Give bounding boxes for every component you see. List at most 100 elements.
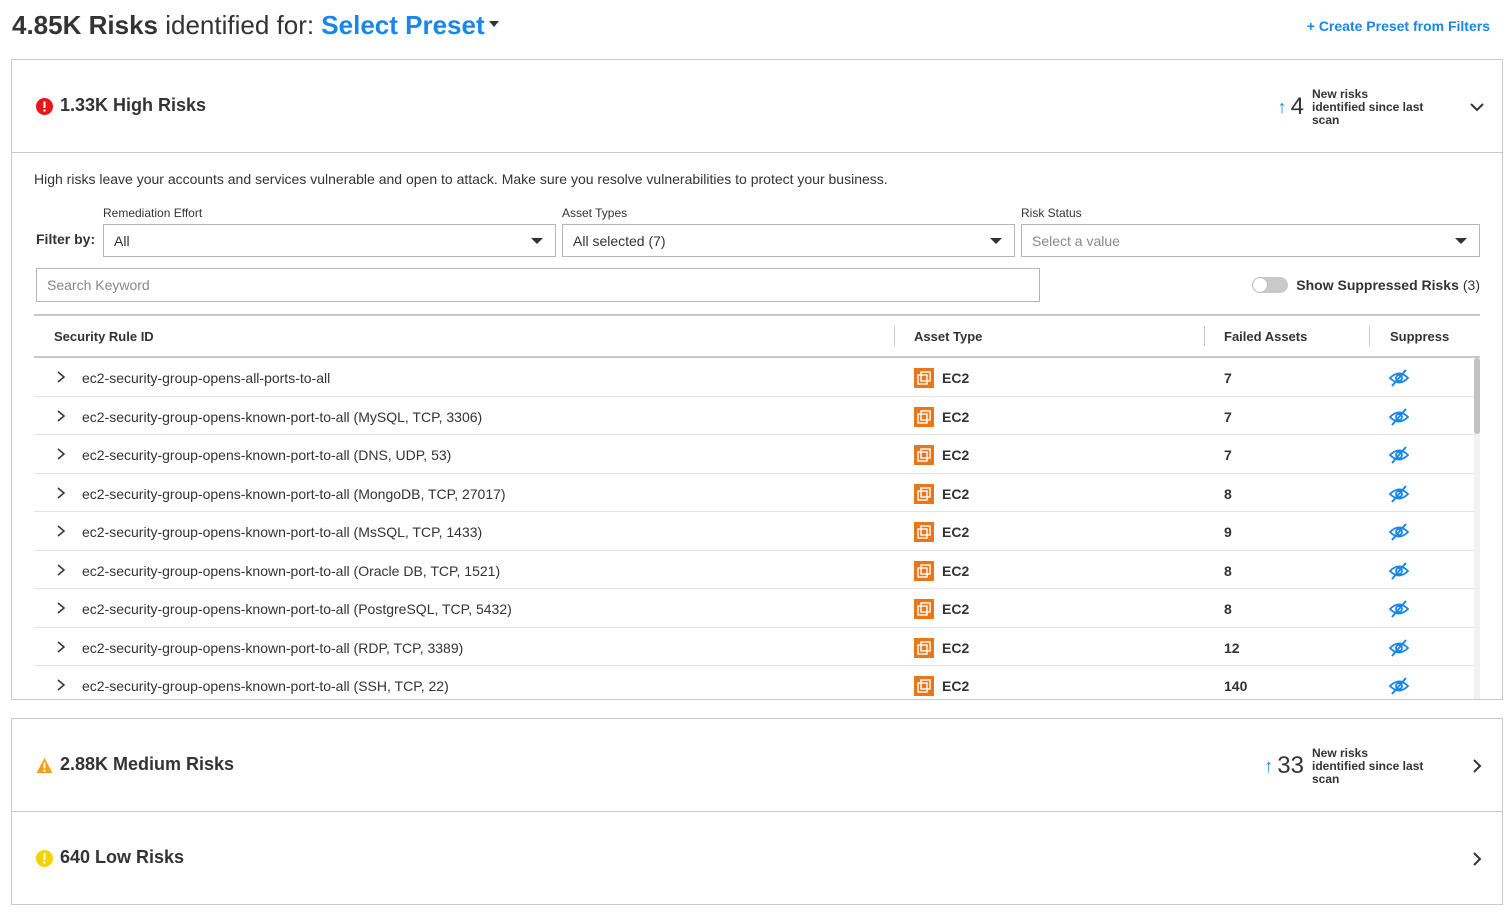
high-risks-body: High risks leave your accounts and servi… [12, 153, 1502, 699]
failed-assets-value: 140 [1224, 678, 1248, 694]
toggle-knob [1253, 278, 1268, 292]
ec2-icon [914, 637, 934, 658]
asset-types-select[interactable]: All selected (7) [562, 224, 1015, 257]
filter-by-label: Filter by: [36, 231, 96, 247]
chevron-right-icon[interactable] [56, 640, 66, 654]
column-failed-assets[interactable]: Failed Assets [1224, 329, 1307, 344]
asset-type-value: EC2 [942, 485, 970, 502]
risk-status-select[interactable]: Select a value [1021, 224, 1480, 257]
dropdown-arrow-icon [990, 238, 1002, 244]
failed-assets-value: 8 [1224, 485, 1232, 502]
failed-assets-value: 7 [1224, 408, 1232, 425]
high-risks-title: 1.33K High Risks [60, 95, 207, 115]
failed-assets-value: 7 [1224, 370, 1232, 386]
table-row[interactable]: ec2-security-group-opens-known-port-to-a… [34, 512, 1474, 551]
ec2-icon [914, 560, 934, 581]
asset-types-value: All selected (7) [573, 233, 666, 249]
table-row[interactable]: ec2-security-group-opens-known-port-to-a… [34, 551, 1474, 589]
column-divider[interactable] [894, 326, 895, 346]
chevron-right-icon[interactable] [56, 563, 66, 577]
table-row[interactable]: ec2-security-group-opens-known-port-to-a… [34, 474, 1474, 512]
scrollbar-thumb[interactable] [1474, 358, 1480, 434]
remediation-effort-value: All [114, 233, 130, 249]
table-row[interactable]: ec2-security-group-opens-known-port-to-a… [34, 628, 1474, 666]
column-divider[interactable] [1369, 326, 1370, 346]
failed-assets-value: 8 [1224, 601, 1232, 617]
eye-slash-icon[interactable] [1388, 407, 1410, 427]
table-scrollbar[interactable] [1474, 358, 1480, 699]
ec2-icon [914, 368, 934, 388]
total-risks-count: 4.85K Risks [12, 10, 158, 40]
security-rule-id: ec2-security-group-opens-known-port-to-a… [82, 408, 483, 425]
table-row[interactable]: ec2-security-group-opens-known-port-to-a… [34, 589, 1474, 628]
error-circle-icon [36, 98, 53, 115]
search-keyword-input[interactable] [36, 268, 1040, 302]
medium-risks-header[interactable]: 2.88K Medium Risks ↑ 33 New risks identi… [12, 719, 1502, 812]
medium-risks-panel[interactable]: 2.88K Medium Risks ↑ 33 New risks identi… [11, 718, 1503, 811]
low-risks-header[interactable]: 640 Low Risks [12, 812, 1502, 905]
table-row[interactable]: ec2-security-group-opens-known-port-to-a… [34, 435, 1474, 474]
arrow-up-icon: ↑ [1264, 755, 1274, 776]
asset-type-value: EC2 [942, 447, 970, 463]
table-row[interactable]: ec2-security-group-opens-known-port-to-a… [34, 397, 1474, 435]
chevron-right-icon[interactable] [56, 678, 66, 692]
eye-slash-icon[interactable] [1388, 599, 1410, 619]
info-circle-yellow-icon [36, 850, 53, 867]
eye-slash-icon[interactable] [1388, 484, 1410, 504]
column-security-rule-id[interactable]: Security Rule ID [54, 329, 154, 344]
eye-slash-icon[interactable] [1388, 638, 1410, 658]
security-rule-id: ec2-security-group-opens-known-port-to-a… [82, 601, 512, 617]
table-row[interactable]: ec2-security-group-opens-all-ports-to-al… [34, 358, 1474, 397]
eye-slash-icon[interactable] [1388, 522, 1410, 542]
ec2-icon [914, 406, 934, 427]
security-rule-id: ec2-security-group-opens-known-port-to-a… [82, 639, 464, 656]
security-rule-id: ec2-security-group-opens-known-port-to-a… [82, 485, 506, 502]
remediation-effort-select[interactable]: All [103, 224, 556, 257]
ec2-icon [914, 522, 934, 542]
select-preset-dropdown[interactable]: Select Preset [321, 10, 499, 40]
eye-slash-icon[interactable] [1388, 676, 1410, 696]
high-new-text: New risks identified since last scan [1312, 86, 1424, 127]
high-risks-header[interactable]: 1.33K High Risks ↑ 4 New risks identifie… [12, 60, 1502, 153]
high-new-count: 4 [1290, 93, 1304, 120]
dropdown-arrow-icon [1455, 238, 1467, 244]
risk-status-placeholder: Select a value [1032, 233, 1120, 249]
medium-new-risks: ↑ 33 New risks identified since last sca… [1264, 746, 1424, 785]
table-header: Security Rule ID Asset Type Failed Asset… [34, 316, 1480, 358]
create-preset-link[interactable]: + Create Preset from Filters [1307, 18, 1490, 34]
dropdown-arrow-icon [531, 238, 543, 244]
chevron-down-icon[interactable] [1468, 98, 1486, 116]
select-preset-label: Select Preset [321, 10, 485, 40]
failed-assets-value: 7 [1224, 447, 1232, 463]
chevron-right-icon[interactable] [56, 409, 66, 423]
high-risks-panel: 1.33K High Risks ↑ 4 New risks identifie… [11, 59, 1503, 700]
asset-type-value: EC2 [942, 601, 970, 617]
chevron-right-icon[interactable] [56, 370, 66, 384]
eye-slash-icon[interactable] [1388, 561, 1410, 581]
low-risks-panel[interactable]: 640 Low Risks [11, 811, 1503, 905]
asset-type-value: EC2 [942, 524, 970, 540]
chevron-right-icon[interactable] [56, 601, 66, 615]
toggle-switch[interactable] [1252, 277, 1289, 293]
medium-new-text: New risks identified since last scan [1312, 745, 1424, 786]
chevron-right-icon[interactable] [1468, 757, 1486, 775]
table-row[interactable]: ec2-security-group-opens-known-port-to-a… [34, 666, 1474, 699]
ec2-icon [914, 445, 934, 465]
identified-text: identified for: [157, 10, 322, 40]
security-rule-id: ec2-security-group-opens-known-port-to-a… [82, 678, 449, 694]
chevron-right-icon[interactable] [1468, 850, 1486, 868]
chevron-right-icon[interactable] [56, 486, 66, 500]
chevron-right-icon[interactable] [56, 524, 66, 538]
eye-slash-icon[interactable] [1388, 368, 1410, 388]
ec2-icon [914, 483, 934, 504]
eye-slash-icon[interactable] [1388, 445, 1410, 465]
column-asset-type[interactable]: Asset Type [914, 329, 982, 344]
failed-assets-value: 8 [1224, 562, 1232, 579]
asset-type-value: EC2 [942, 370, 970, 386]
security-rule-id: ec2-security-group-opens-known-port-to-a… [82, 562, 501, 579]
show-suppressed-toggle[interactable]: Show Suppressed Risks (3) [1252, 277, 1480, 293]
column-divider[interactable] [1204, 326, 1205, 346]
remediation-effort-label: Remediation Effort [103, 206, 203, 220]
asset-types-label: Asset Types [562, 206, 628, 220]
chevron-right-icon[interactable] [56, 447, 66, 461]
